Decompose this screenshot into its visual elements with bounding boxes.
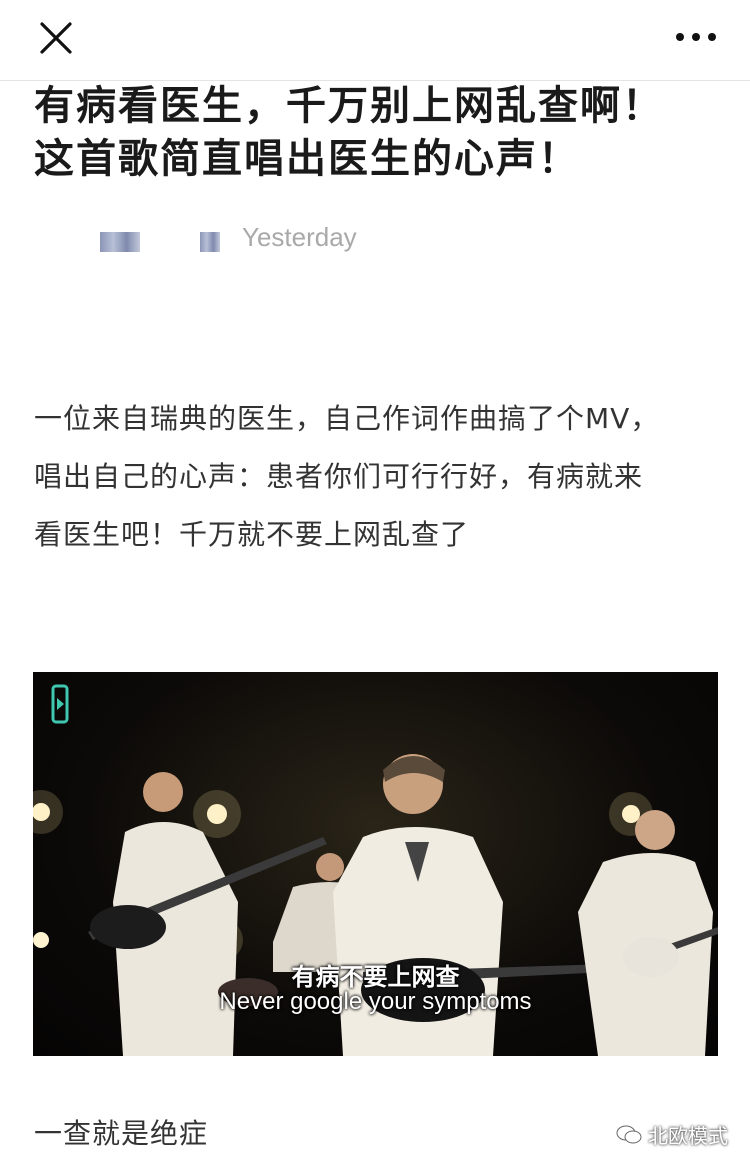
more-options-button[interactable]	[672, 22, 720, 52]
watermark: 北欧模式	[616, 1120, 728, 1149]
video-subtitle-chinese: 有病不要上网查	[291, 963, 460, 991]
video-subtitle-english: Never google your symptoms	[219, 988, 532, 1015]
channel-logo-icon	[51, 684, 69, 724]
paragraph-line: 唱出自己的心声：患者你们可行行好，有病就来	[34, 460, 644, 493]
close-icon	[40, 22, 72, 54]
title-line: 有病看医生，千万别上网乱查啊！	[34, 83, 664, 129]
caption-text: 一查就是绝症	[34, 1117, 209, 1150]
title-line: 这首歌简直唱出医生的心声！	[34, 136, 580, 182]
intro-paragraph: 一位来自瑞典的医生，自己作词作曲搞了个MV， 唱出自己的心声：患者你们可行行好，…	[34, 390, 724, 564]
paragraph-line: 一位来自瑞典的医生，自己作词作曲搞了个MV，	[34, 402, 660, 435]
video-player[interactable]: 有病不要上网查 Never google your symptoms	[33, 672, 718, 1056]
article-meta: Yesterday	[100, 222, 500, 258]
article-title: 有病看医生，千万别上网乱查啊！ 这首歌简直唱出医生的心声！	[34, 80, 724, 186]
close-button[interactable]	[36, 18, 76, 58]
account-name-blurred[interactable]	[200, 232, 220, 252]
paragraph-line: 看医生吧！千万就不要上网乱查了	[34, 518, 470, 551]
more-dots-icon	[676, 33, 716, 41]
publish-date: Yesterday	[242, 222, 357, 252]
wechat-icon	[616, 1125, 642, 1143]
author-name-blurred[interactable]	[100, 232, 140, 252]
top-bar	[0, 0, 750, 81]
watermark-text: 北欧模式	[648, 1124, 728, 1148]
